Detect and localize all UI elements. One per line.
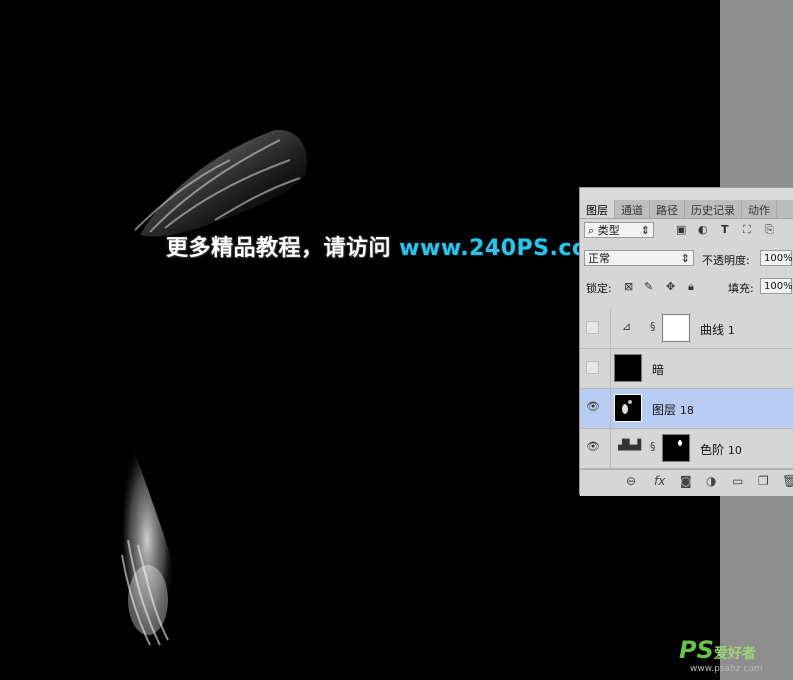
logo-mark: PS xyxy=(679,636,714,664)
layers-panel: 图层 通道 路径 历史记录 动作 ⌕ 类型 ⇕ ▣ ◐ T ⛶ ⎘ 正常 ⇕ 不… xyxy=(579,187,793,496)
thumbnail-image xyxy=(622,400,632,414)
tab-history[interactable]: 历史记录 xyxy=(685,200,742,218)
logo-text: 爱好者 xyxy=(713,646,756,662)
layer-thumbnail[interactable] xyxy=(614,394,642,422)
layer-mask-thumbnail[interactable] xyxy=(662,314,690,342)
layer-name[interactable]: 图层 18 xyxy=(652,401,694,418)
link-layers-icon[interactable]: ⊖ xyxy=(626,474,636,488)
fx-icon[interactable]: fx xyxy=(654,474,665,488)
adjustment-filter-icon[interactable]: ◐ xyxy=(698,223,708,237)
layer-row-curves[interactable]: ⊿ § 曲线 1 xyxy=(580,309,793,349)
hair-glow-bottom xyxy=(128,565,168,635)
mask-link-icon[interactable]: § xyxy=(650,440,656,453)
mask-image xyxy=(678,440,682,446)
lock-image-icon[interactable]: ✎ xyxy=(644,280,653,294)
filter-kind-label: 类型 xyxy=(597,224,620,237)
logo-url: www.psahz.com xyxy=(690,664,763,674)
lock-label: 锁定: xyxy=(586,282,612,295)
hair-highlight-top xyxy=(140,129,307,237)
shape-filter-icon[interactable]: ⛶ xyxy=(743,223,751,237)
select-arrow-icon: ⇕ xyxy=(680,252,690,265)
opacity-label: 不透明度: xyxy=(702,254,750,267)
layer-row-layer18[interactable]: 👁︎ 图层 18 xyxy=(580,389,793,429)
panel-tabs: 图层 通道 路径 历史记录 动作 xyxy=(580,200,793,219)
image-filter-icon[interactable]: ▣ xyxy=(676,223,686,237)
select-arrow-icon: ⇕ xyxy=(640,224,650,237)
add-mask-icon[interactable]: ◙ xyxy=(680,474,692,488)
panel-bottom-bar: ⊖ fx ◙ ◑ ▭ ❐ 🗑︎ xyxy=(580,469,793,496)
lock-transparent-icon[interactable]: ⊠ xyxy=(624,280,633,294)
layer-name[interactable]: 曲线 1 xyxy=(700,321,735,338)
new-adjustment-icon[interactable]: ◑ xyxy=(706,474,716,488)
site-logo: PS爱好者 xyxy=(679,636,756,664)
row-divider xyxy=(610,389,611,428)
fill-label: 填充: xyxy=(728,282,754,295)
lock-row: 锁定: ⊠ ✎ ✥ 🔒︎ 填充: 100% xyxy=(580,278,793,298)
row-divider xyxy=(610,309,611,348)
layer-row-levels[interactable]: 👁︎ ▟▙▟ § 色阶 10 xyxy=(580,429,793,469)
layer-name[interactable]: 色阶 10 xyxy=(700,441,742,458)
row-divider xyxy=(610,349,611,388)
tab-channels[interactable]: 通道 xyxy=(615,200,650,218)
opacity-input[interactable]: 100% xyxy=(760,250,793,266)
tab-layers[interactable]: 图层 xyxy=(580,200,615,218)
filter-row: ⌕ 类型 ⇕ ▣ ◐ T ⛶ ⎘ xyxy=(580,222,793,242)
lock-position-icon[interactable]: ✥ xyxy=(666,280,675,294)
new-group-icon[interactable]: ▭ xyxy=(732,474,743,488)
watermark-text: 更多精品教程，请访问 xyxy=(166,236,400,261)
fill-input[interactable]: 100% xyxy=(760,278,793,294)
tab-paths[interactable]: 路径 xyxy=(650,200,685,218)
panel-header-strip[interactable] xyxy=(580,188,793,200)
layer-thumbnail[interactable] xyxy=(614,354,642,382)
search-icon: ⌕ xyxy=(588,224,595,237)
new-layer-icon[interactable]: ❐ xyxy=(758,474,769,488)
layer-name[interactable]: 暗 xyxy=(652,361,664,378)
delete-layer-icon[interactable]: 🗑︎ xyxy=(782,474,793,488)
mask-link-icon[interactable]: § xyxy=(650,320,656,333)
type-filter-icon[interactable]: T xyxy=(721,223,729,237)
lock-all-icon[interactable]: 🔒︎ xyxy=(688,280,694,294)
filter-kind-select[interactable]: ⌕ 类型 ⇕ xyxy=(584,222,654,238)
blend-mode-select[interactable]: 正常 ⇕ xyxy=(584,250,694,266)
levels-adjustment-icon: ▟▙▟ xyxy=(618,440,642,451)
layer-mask-thumbnail[interactable] xyxy=(662,434,690,462)
site-watermark: 更多精品教程，请访问 www.240PS.com xyxy=(166,230,611,262)
layer-row-dark[interactable]: 暗 xyxy=(580,349,793,389)
smart-object-filter-icon[interactable]: ⎘ xyxy=(765,223,774,237)
eye-icon[interactable]: 👁︎ xyxy=(586,401,600,414)
eye-icon[interactable]: 👁︎ xyxy=(586,441,600,454)
row-divider xyxy=(610,429,611,468)
curves-adjustment-icon: ⊿ xyxy=(622,320,632,333)
blend-mode-value: 正常 xyxy=(588,252,610,265)
visibility-toggle-off[interactable] xyxy=(586,361,599,374)
tab-actions[interactable]: 动作 xyxy=(742,200,777,218)
visibility-toggle-off[interactable] xyxy=(586,321,599,334)
blend-row: 正常 ⇕ 不透明度: 100% xyxy=(580,250,793,270)
